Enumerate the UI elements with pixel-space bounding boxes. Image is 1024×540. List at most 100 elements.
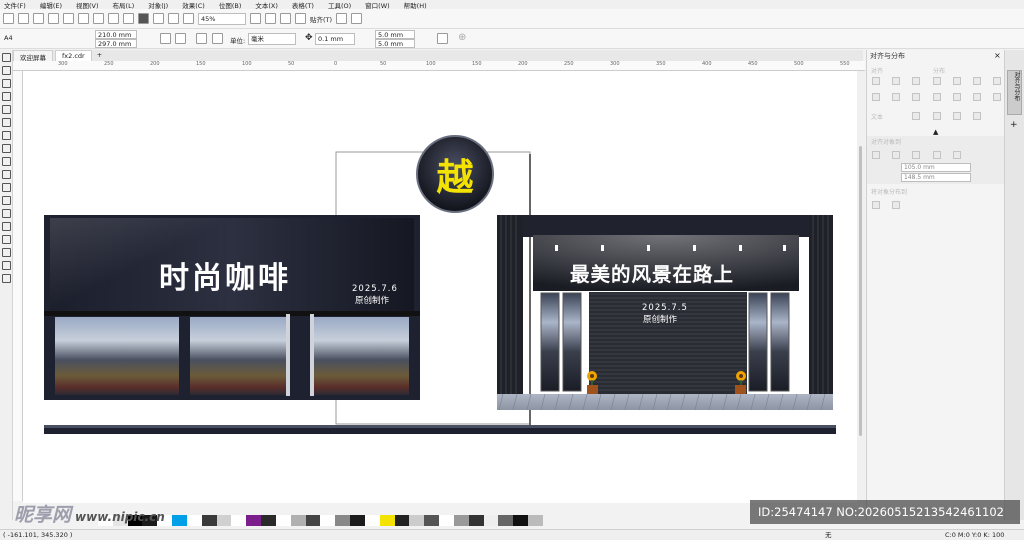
application-launcher-icon[interactable] bbox=[351, 13, 363, 24]
landscape-icon[interactable] bbox=[175, 33, 186, 44]
smart-fill-icon[interactable] bbox=[2, 261, 11, 270]
palette-swatch[interactable] bbox=[261, 515, 276, 526]
show-grid-icon[interactable] bbox=[280, 13, 291, 24]
parallel-dimension-icon[interactable] bbox=[2, 183, 11, 192]
drop-shadow-icon[interactable] bbox=[2, 209, 11, 218]
align-bottom-icon[interactable] bbox=[912, 93, 920, 101]
save-icon[interactable] bbox=[33, 13, 44, 24]
palette-swatch[interactable] bbox=[290, 515, 306, 526]
export-icon[interactable] bbox=[168, 13, 179, 24]
palette-swatch[interactable] bbox=[453, 515, 469, 526]
palette-swatch[interactable] bbox=[186, 515, 202, 526]
redo-icon[interactable] bbox=[123, 13, 134, 24]
add-preset-icon[interactable]: ⊕ bbox=[458, 32, 466, 43]
duplicate-distance-y-field[interactable]: 5.0 mm bbox=[375, 39, 415, 48]
add-tool-icon[interactable] bbox=[2, 274, 11, 283]
print-icon[interactable] bbox=[48, 13, 59, 24]
distribute-top-icon[interactable] bbox=[933, 93, 941, 101]
scrollbar-thumb[interactable] bbox=[859, 146, 862, 436]
text-outline-icon[interactable] bbox=[973, 112, 981, 120]
tab-welcome-screen[interactable]: 欢迎屏幕 bbox=[13, 50, 53, 62]
rectangle-tool-icon[interactable] bbox=[2, 131, 11, 140]
grid-icon[interactable] bbox=[933, 151, 941, 159]
import-icon[interactable] bbox=[153, 13, 164, 24]
palette-swatch[interactable] bbox=[483, 515, 499, 526]
distribute-spacing-icon[interactable] bbox=[973, 77, 981, 85]
add-tab-icon[interactable]: + bbox=[94, 50, 105, 61]
docker-tab-align[interactable]: 对齐与分布 bbox=[1007, 70, 1022, 115]
distribute-vertical-spacing-icon[interactable] bbox=[973, 93, 981, 101]
full-screen-icon[interactable] bbox=[250, 13, 261, 24]
distribute-page-icon[interactable] bbox=[892, 201, 900, 209]
undo-icon[interactable] bbox=[108, 13, 119, 24]
palette-swatch[interactable] bbox=[468, 515, 484, 526]
palette-swatch[interactable] bbox=[231, 515, 247, 526]
copy-icon[interactable] bbox=[78, 13, 89, 24]
duplicate-distance-x-field[interactable]: 5.0 mm bbox=[375, 30, 415, 39]
palette-swatch[interactable] bbox=[172, 515, 187, 526]
align-left-icon[interactable] bbox=[872, 77, 880, 85]
palette-swatch[interactable] bbox=[498, 515, 514, 526]
palette-swatch[interactable] bbox=[528, 515, 543, 526]
interactive-fill-icon[interactable] bbox=[2, 248, 11, 257]
distribute-center-icon[interactable] bbox=[953, 77, 961, 85]
distribute-middle-icon[interactable] bbox=[953, 93, 961, 101]
crop-tool-icon[interactable] bbox=[2, 79, 11, 88]
palette-swatch[interactable] bbox=[424, 515, 440, 526]
text-tool-icon[interactable] bbox=[2, 170, 11, 179]
page-height-field[interactable]: 297.0 mm bbox=[95, 39, 137, 48]
portrait-icon[interactable] bbox=[160, 33, 171, 44]
palette-swatch[interactable] bbox=[201, 515, 217, 526]
current-page-icon[interactable] bbox=[212, 33, 223, 44]
page-size-select[interactable]: A4 bbox=[2, 33, 82, 45]
palette-swatch[interactable] bbox=[439, 515, 454, 526]
page-width-field[interactable]: 210.0 mm bbox=[95, 30, 137, 39]
horizontal-ruler[interactable]: 300 250 200 150 100 50 0 50 100 150 200 250 300 350 40… bbox=[13, 61, 865, 71]
add-docker-icon[interactable]: + bbox=[1010, 120, 1018, 130]
vertical-scrollbar[interactable] bbox=[857, 71, 865, 503]
palette-swatch[interactable] bbox=[216, 515, 232, 526]
palette-swatch[interactable] bbox=[379, 515, 395, 526]
palette-swatch[interactable] bbox=[409, 515, 425, 526]
palette-swatch[interactable] bbox=[394, 515, 410, 526]
cut-icon[interactable] bbox=[63, 13, 74, 24]
distribute-right-icon[interactable] bbox=[993, 77, 1001, 85]
distribute-left-icon[interactable] bbox=[933, 77, 941, 85]
transparency-icon[interactable] bbox=[2, 222, 11, 231]
show-rulers-icon[interactable] bbox=[265, 13, 276, 24]
tab-fx2-cdr[interactable]: fx2.cdr bbox=[55, 50, 92, 61]
search-content-icon[interactable] bbox=[138, 13, 149, 24]
palette-swatch[interactable] bbox=[364, 515, 380, 526]
align-center-horizontal-icon[interactable] bbox=[892, 77, 900, 85]
publish-pdf-icon[interactable] bbox=[183, 13, 194, 24]
connector-tool-icon[interactable] bbox=[2, 196, 11, 205]
align-center-vertical-icon[interactable] bbox=[892, 93, 900, 101]
eyedropper-icon[interactable] bbox=[2, 235, 11, 244]
polygon-tool-icon[interactable] bbox=[2, 157, 11, 166]
open-icon[interactable] bbox=[18, 13, 29, 24]
align-y-field[interactable]: 148.5 mm bbox=[901, 173, 971, 182]
palette-swatch[interactable] bbox=[320, 515, 336, 526]
ellipse-tool-icon[interactable] bbox=[2, 144, 11, 153]
palette-swatch[interactable] bbox=[275, 515, 291, 526]
specified-point-icon[interactable] bbox=[953, 151, 961, 159]
page-center-icon[interactable] bbox=[912, 151, 920, 159]
freehand-tool-icon[interactable] bbox=[2, 105, 11, 114]
nudge-distance-field[interactable]: 0.1 mm bbox=[315, 33, 355, 45]
palette-swatch[interactable] bbox=[350, 515, 365, 526]
options-gear-icon[interactable] bbox=[336, 13, 348, 24]
close-icon[interactable]: × bbox=[994, 51, 1001, 60]
active-objects-icon[interactable] bbox=[872, 151, 880, 159]
distribute-extent-icon[interactable] bbox=[872, 201, 880, 209]
units-select[interactable]: 毫米 bbox=[248, 33, 296, 45]
palette-swatch[interactable] bbox=[513, 515, 529, 526]
align-top-icon[interactable] bbox=[872, 93, 880, 101]
paste-icon[interactable] bbox=[93, 13, 104, 24]
zoom-level-field[interactable]: 45% bbox=[198, 12, 246, 25]
zoom-tool-icon[interactable] bbox=[2, 92, 11, 101]
drawing-canvas[interactable]: 越 时尚咖啡 2025.7.6 原创制作 最美的风景在路上 2025.7.5 原… bbox=[23, 71, 865, 503]
artistic-media-icon[interactable] bbox=[2, 118, 11, 127]
palette-swatch[interactable] bbox=[246, 515, 262, 526]
snap-to-dropdown[interactable]: 贴齐(T) bbox=[310, 14, 332, 24]
palette-swatch[interactable] bbox=[335, 515, 351, 526]
